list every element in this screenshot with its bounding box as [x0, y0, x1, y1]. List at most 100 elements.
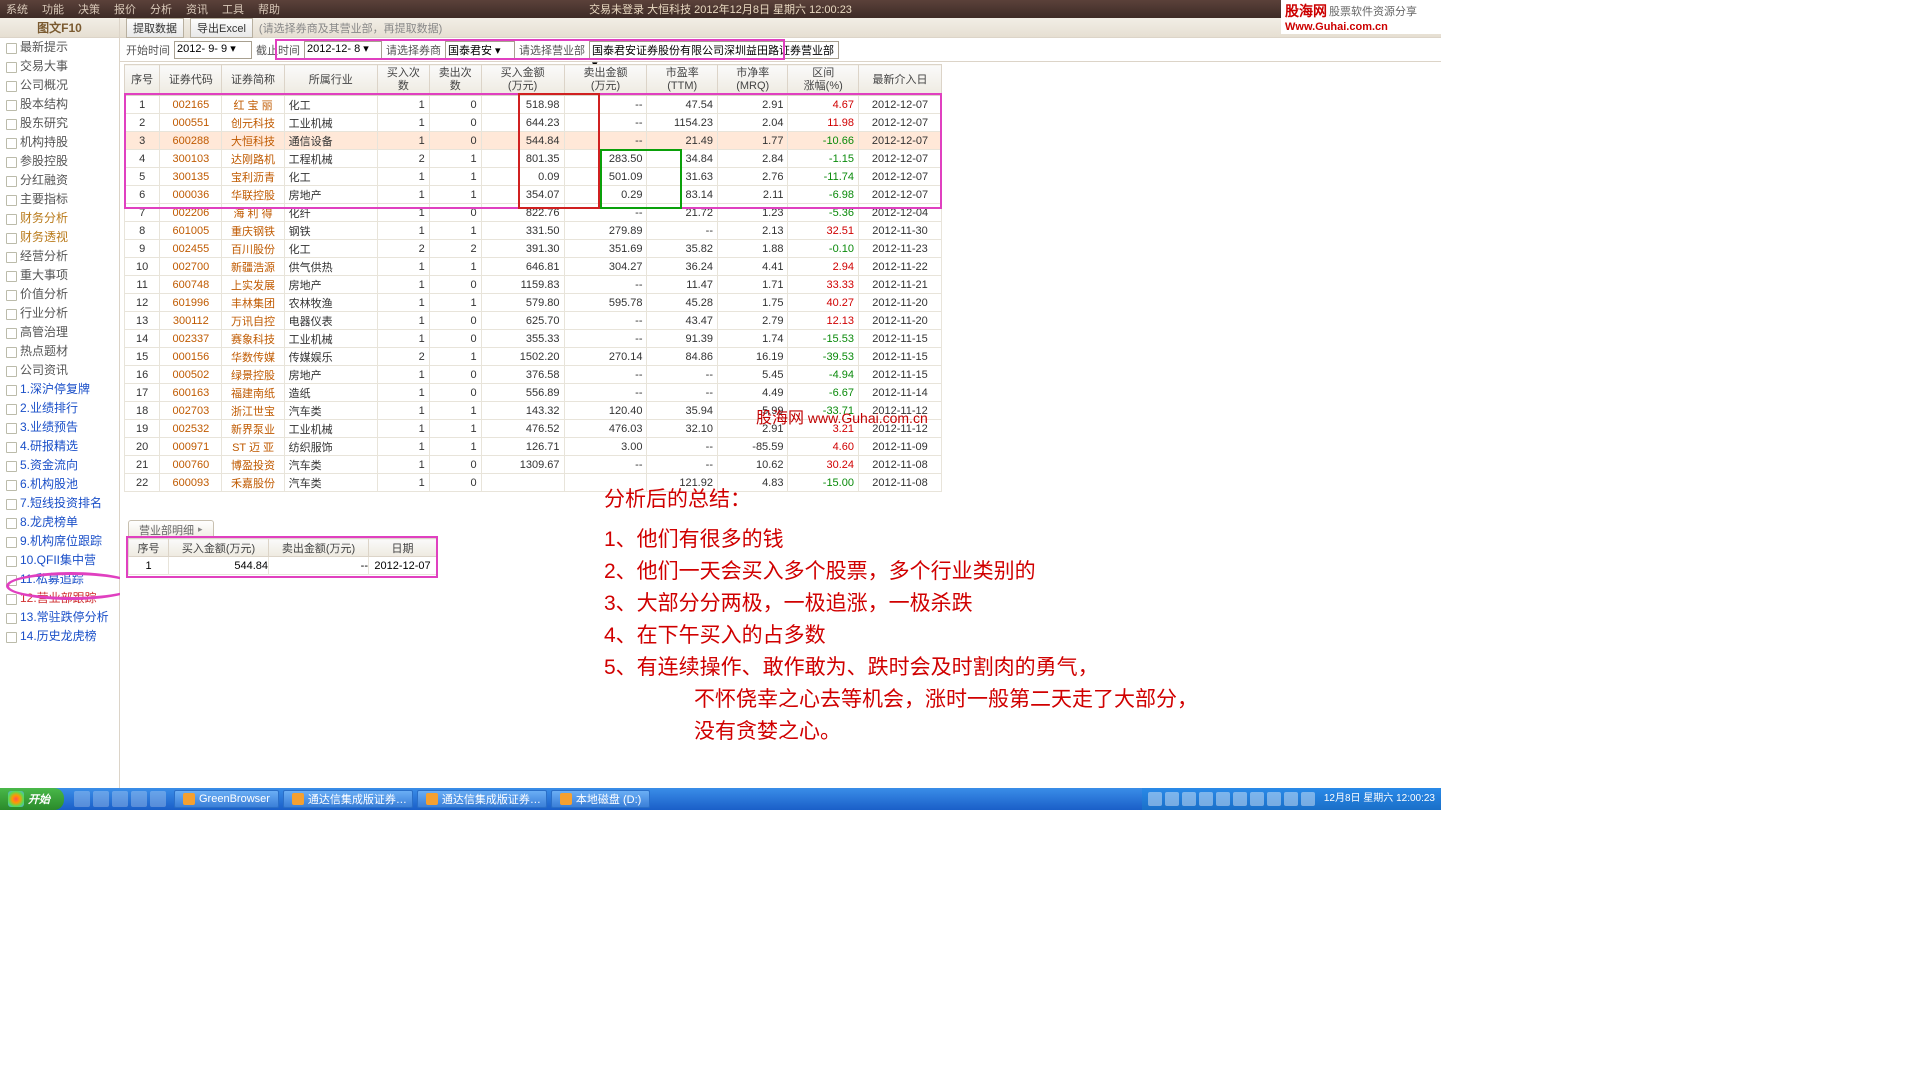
column-header[interactable]: 所属行业: [284, 65, 377, 96]
column-header[interactable]: 市净率(MRQ): [717, 65, 788, 96]
table-row[interactable]: 17600163福建南纸造纸10556.89----4.49-6.672012-…: [125, 384, 942, 402]
sidebar-item[interactable]: 高管治理: [0, 323, 119, 342]
column-header[interactable]: 区间涨幅(%): [788, 65, 859, 96]
sidebar-item[interactable]: 3.业绩预告: [0, 418, 119, 437]
end-date-select[interactable]: 2012-12- 8 ▾: [304, 41, 382, 59]
sidebar-item[interactable]: 分红融资: [0, 171, 119, 190]
table-row[interactable]: 3600288大恒科技通信设备10544.84--21.491.77-10.66…: [125, 132, 942, 150]
sidebar-item[interactable]: 10.QFII集中营: [0, 551, 119, 570]
system-tray[interactable]: 12月8日 星期六 12:00:23: [1142, 788, 1441, 810]
sidebar-item[interactable]: 12.营业部跟踪: [0, 589, 119, 608]
sidebar-item[interactable]: 8.龙虎榜单: [0, 513, 119, 532]
sidebar-item[interactable]: 11.私募追踪: [0, 570, 119, 589]
sidebar-item[interactable]: 5.资金流向: [0, 456, 119, 475]
detail-tab[interactable]: 营业部明细▸: [128, 520, 214, 538]
sidebar-item[interactable]: 财务透视: [0, 228, 119, 247]
content-area: 提取数据 导出Excel (请选择券商及其营业部，再提取数据) 开始时间 201…: [120, 18, 1441, 788]
taskbar-task[interactable]: 通达信集成版证券…: [283, 790, 413, 808]
table-row[interactable]: 1002165红 宝 丽化工10518.98--47.542.914.67201…: [125, 96, 942, 114]
column-header[interactable]: 最新介入日: [858, 65, 941, 96]
column-header[interactable]: 市盈率(TTM): [647, 65, 718, 96]
column-header[interactable]: 证券简称: [222, 65, 284, 96]
sidebar-item[interactable]: 行业分析: [0, 304, 119, 323]
export-excel-button[interactable]: 导出Excel: [190, 18, 253, 38]
taskbar-task[interactable]: GreenBrowser: [174, 790, 279, 808]
table-row[interactable]: 5300135宝利沥青化工110.09501.0931.632.76-11.74…: [125, 168, 942, 186]
sidebar-item[interactable]: 4.研报精选: [0, 437, 119, 456]
table-row[interactable]: 12601996丰林集团农林牧渔11579.80595.7845.281.754…: [125, 294, 942, 312]
table-row[interactable]: 6000036华联控股房地产11354.070.2983.142.11-6.98…: [125, 186, 942, 204]
sidebar-item[interactable]: 最新提示: [0, 38, 119, 57]
table-row[interactable]: 14002337赛象科技工业机械10355.33--91.391.74-15.5…: [125, 330, 942, 348]
column-header[interactable]: 证券代码: [160, 65, 222, 96]
sidebar-item[interactable]: 公司概况: [0, 76, 119, 95]
menu-item[interactable]: 分析: [150, 4, 172, 16]
table-row[interactable]: 9002455百川股份化工22391.30351.6935.821.88-0.1…: [125, 240, 942, 258]
column-header[interactable]: 买入次数: [377, 65, 429, 96]
table-row[interactable]: 21000760博盈投资汽车类101309.67----10.6230.2420…: [125, 456, 942, 474]
table-row[interactable]: 16000502绿景控股房地产10376.58----5.45-4.942012…: [125, 366, 942, 384]
sidebar-item[interactable]: 6.机构股池: [0, 475, 119, 494]
table-row[interactable]: 4300103达刚路机工程机械21801.35283.5034.842.84-1…: [125, 150, 942, 168]
sidebar-item[interactable]: 重大事项: [0, 266, 119, 285]
department-select[interactable]: 国泰君安证券股份有限公司深圳益田路证券营业部 ▾: [589, 41, 839, 59]
table-row[interactable]: 20000971ST 迈 亚纺织服饰11126.713.00---85.594.…: [125, 438, 942, 456]
menu-item[interactable]: 工具: [222, 4, 244, 16]
table-row[interactable]: 13300112万讯自控电器仪表10625.70--43.472.7912.13…: [125, 312, 942, 330]
table-row[interactable]: 18002703浙江世宝汽车类11143.32120.4035.945.99-3…: [125, 402, 942, 420]
start-button[interactable]: 开始: [0, 788, 64, 810]
sidebar-item[interactable]: 股本结构: [0, 95, 119, 114]
sidebar-item[interactable]: 财务分析: [0, 209, 119, 228]
menu-item[interactable]: 系统: [6, 4, 28, 16]
sidebar-item[interactable]: 14.历史龙虎榜: [0, 627, 119, 646]
table-row[interactable]: 19002532新界泵业工业机械11476.52476.0332.102.913…: [125, 420, 942, 438]
taskbar-task[interactable]: 本地磁盘 (D:): [551, 790, 650, 808]
taskbar-task[interactable]: 通达信集成版证券…: [417, 790, 547, 808]
table-row[interactable]: 11600748上实发展房地产101159.83--11.471.7133.33…: [125, 276, 942, 294]
trades-table[interactable]: 序号证券代码证券简称所属行业买入次数卖出次数买入金额(万元)卖出金额(万元)市盈…: [124, 64, 942, 492]
sidebar-item[interactable]: 经营分析: [0, 247, 119, 266]
sidebar-title: 图文F10: [0, 18, 119, 38]
sidebar-item[interactable]: 9.机构席位跟踪: [0, 532, 119, 551]
menu-item[interactable]: 报价: [114, 4, 136, 16]
table-row[interactable]: 8601005重庆钢铁钢铁11331.50279.89--2.1332.5120…: [125, 222, 942, 240]
toolbar-hint: (请选择券商及其营业部，再提取数据): [259, 20, 442, 36]
sidebar: 图文F10 最新提示交易大事公司概况股本结构股东研究机构持股参股控股分红融资主要…: [0, 18, 120, 788]
detail-table[interactable]: 序号买入金额(万元)卖出金额(万元)日期 1544.84--2012-12-07: [128, 538, 437, 575]
sidebar-item[interactable]: 13.常驻跌停分析: [0, 608, 119, 627]
windows-logo-icon: [8, 791, 24, 807]
menu-item[interactable]: 资讯: [186, 4, 208, 16]
taskbar: 开始 GreenBrowser通达信集成版证券…通达信集成版证券…本地磁盘 (D…: [0, 788, 1441, 810]
app-menubar: 系统功能决策报价分析资讯工具帮助 交易未登录 大恒科技 2012年12月8日 星…: [0, 0, 1441, 18]
column-header[interactable]: 序号: [125, 65, 160, 96]
quick-launch[interactable]: [68, 791, 172, 807]
sidebar-item[interactable]: 热点题材: [0, 342, 119, 361]
sidebar-item[interactable]: 主要指标: [0, 190, 119, 209]
detail-table-wrap: 序号买入金额(万元)卖出金额(万元)日期 1544.84--2012-12-07: [128, 538, 437, 575]
menu-item[interactable]: 决策: [78, 4, 100, 16]
menu-item[interactable]: 功能: [42, 4, 64, 16]
tray-clock: 12月8日 星期六 12:00:23: [1324, 794, 1435, 804]
sidebar-item[interactable]: 参股控股: [0, 152, 119, 171]
detail-tabs: 营业部明细▸: [128, 520, 214, 538]
sidebar-item[interactable]: 机构持股: [0, 133, 119, 152]
sidebar-item[interactable]: 价值分析: [0, 285, 119, 304]
column-header[interactable]: 卖出次数: [429, 65, 481, 96]
sidebar-item[interactable]: 交易大事: [0, 57, 119, 76]
fetch-button[interactable]: 提取数据: [126, 18, 184, 38]
sidebar-item[interactable]: 公司资讯: [0, 361, 119, 380]
sidebar-item[interactable]: 2.业绩排行: [0, 399, 119, 418]
start-date-select[interactable]: 2012- 9- 9 ▾: [174, 41, 252, 59]
sidebar-item[interactable]: 7.短线投资排名: [0, 494, 119, 513]
main-table-wrap: 序号证券代码证券简称所属行业买入次数卖出次数买入金额(万元)卖出金额(万元)市盈…: [124, 64, 1437, 788]
table-row[interactable]: 10002700新疆浩源供气供热11646.81304.2736.244.412…: [125, 258, 942, 276]
sidebar-item[interactable]: 股东研究: [0, 114, 119, 133]
sidebar-item[interactable]: 1.深沪停复牌: [0, 380, 119, 399]
column-header[interactable]: 买入金额(万元): [481, 65, 564, 96]
menu-item[interactable]: 帮助: [258, 4, 280, 16]
table-row[interactable]: 7002206海 利 得化纤10822.76--21.721.23-5.3620…: [125, 204, 942, 222]
table-row[interactable]: 2000551创元科技工业机械10644.23--1154.232.0411.9…: [125, 114, 942, 132]
table-row[interactable]: 15000156华数传媒传媒娱乐211502.20270.1484.8616.1…: [125, 348, 942, 366]
broker-select[interactable]: 国泰君安 ▾: [445, 41, 515, 59]
column-header[interactable]: 卖出金额(万元): [564, 65, 647, 96]
